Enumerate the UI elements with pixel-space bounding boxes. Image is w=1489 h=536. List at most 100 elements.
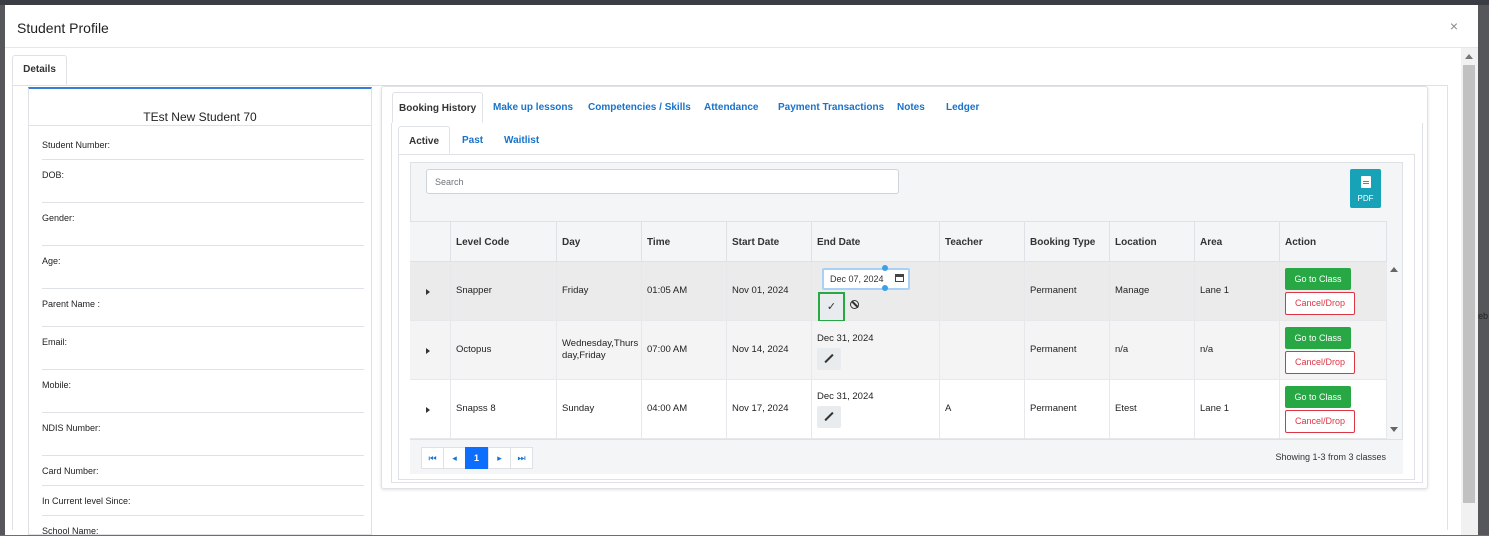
cell-level-code: Snapss 8 xyxy=(451,380,557,438)
cell-booking-type: Permanent xyxy=(1025,321,1110,379)
tab-past[interactable]: Past xyxy=(452,126,493,154)
cell-area: Lane 1 xyxy=(1195,380,1280,438)
field-student-number: Student Number: xyxy=(42,140,111,150)
field-divider xyxy=(42,369,364,370)
cell-area: n/a xyxy=(1195,321,1280,379)
table-scrollbar[interactable] xyxy=(1387,262,1403,439)
cell-day: Wednesday,Thursday,Friday xyxy=(557,321,642,379)
field-email: Email: xyxy=(42,337,68,347)
field-mobile: Mobile: xyxy=(42,380,72,390)
check-icon: ✓ xyxy=(826,301,837,313)
pagination: ⏮ ◂ 1 ▸ ⏭ Showing 1-3 from 3 classes xyxy=(410,439,1403,474)
cell-level-code: Octopus xyxy=(451,321,557,379)
th-expander xyxy=(410,222,451,262)
scroll-up-icon[interactable] xyxy=(1465,54,1473,59)
go-to-class-button[interactable]: Go to Class xyxy=(1285,327,1351,349)
end-date-text: Dec 31, 2024 xyxy=(817,333,874,344)
last-page-button[interactable]: ⏭ xyxy=(510,447,533,469)
field-divider xyxy=(42,515,364,516)
field-divider xyxy=(42,455,364,456)
pencil-icon[interactable] xyxy=(817,348,841,370)
next-page-button[interactable]: ▸ xyxy=(488,447,511,469)
first-page-button[interactable]: ⏮ xyxy=(421,447,444,469)
expander-cell xyxy=(410,262,451,320)
th-location[interactable]: Location xyxy=(1110,222,1195,262)
resize-handle xyxy=(882,265,888,271)
cell-booking-type: Permanent xyxy=(1025,262,1110,320)
caret-right-icon[interactable] xyxy=(426,289,430,295)
page-1-button[interactable]: 1 xyxy=(465,447,488,469)
cell-teacher xyxy=(940,321,1025,379)
expander-cell xyxy=(410,380,451,438)
cell-time: 04:00 AM xyxy=(642,380,727,438)
cancel-drop-button[interactable]: Cancel/Drop xyxy=(1285,410,1355,433)
tab-ledger[interactable]: Ledger xyxy=(940,92,985,123)
tab-booking-history[interactable]: Booking History xyxy=(392,92,484,123)
cancel-drop-button[interactable]: Cancel/Drop xyxy=(1285,292,1355,315)
calendar-icon[interactable] xyxy=(895,274,904,282)
go-to-class-button[interactable]: Go to Class xyxy=(1285,268,1351,290)
go-to-class-button[interactable]: Go to Class xyxy=(1285,386,1351,408)
th-end-date[interactable]: End Date xyxy=(812,222,940,262)
cell-teacher: A xyxy=(940,380,1025,438)
field-age: Age: xyxy=(42,256,61,266)
cell-day: Sunday xyxy=(557,380,642,438)
field-ndis-number: NDIS Number: xyxy=(42,423,101,433)
field-dob: DOB: xyxy=(42,170,65,180)
tab-attendance[interactable]: Attendance xyxy=(698,92,764,123)
expander-cell xyxy=(410,321,451,379)
cell-location: n/a xyxy=(1110,321,1195,379)
field-gender: Gender: xyxy=(42,213,75,223)
th-area[interactable]: Area xyxy=(1195,222,1280,262)
tab-make-up-lessons[interactable]: Make up lessons xyxy=(487,92,579,123)
table-header: Level Code Day Time Start Date End Date … xyxy=(410,221,1387,262)
tab-details[interactable]: Details xyxy=(12,55,67,85)
modal-title: Student Profile xyxy=(17,20,109,36)
th-time[interactable]: Time xyxy=(642,222,727,262)
modal-scrollbar[interactable] xyxy=(1461,48,1478,535)
field-divider xyxy=(42,202,364,203)
cell-time: 01:05 AM xyxy=(642,262,727,320)
cell-start-date: Nov 14, 2024 xyxy=(727,321,812,379)
backdrop-right: eb xyxy=(1478,5,1489,535)
scroll-up-icon[interactable] xyxy=(1390,267,1398,272)
tab-notes[interactable]: Notes xyxy=(891,92,931,123)
th-level-code[interactable]: Level Code xyxy=(451,222,557,262)
end-date-input[interactable]: Dec 07, 2024 xyxy=(822,265,910,291)
th-booking-type[interactable]: Booking Type xyxy=(1025,222,1110,262)
caret-right-icon[interactable] xyxy=(426,407,430,413)
cancel-icon[interactable] xyxy=(850,300,859,309)
field-card-number: Card Number: xyxy=(42,466,99,476)
th-action: Action xyxy=(1280,222,1387,262)
cell-location: Etest xyxy=(1110,380,1195,438)
tab-waitlist[interactable]: Waitlist xyxy=(494,126,549,154)
cell-booking-type: Permanent xyxy=(1025,380,1110,438)
field-divider xyxy=(42,326,364,327)
pdf-export-button[interactable]: PDF xyxy=(1350,169,1381,208)
tab-payment-transactions[interactable]: Payment Transactions xyxy=(772,92,890,123)
pencil-icon[interactable] xyxy=(817,406,841,428)
prev-page-button[interactable]: ◂ xyxy=(443,447,466,469)
close-icon[interactable]: × xyxy=(1450,18,1458,34)
th-start-date[interactable]: Start Date xyxy=(727,222,812,262)
cell-time: 07:00 AM xyxy=(642,321,727,379)
search-input[interactable] xyxy=(426,169,899,194)
cell-level-code: Snapper xyxy=(451,262,557,320)
field-divider xyxy=(42,245,364,246)
pagination-info: Showing 1-3 from 3 classes xyxy=(1275,452,1386,462)
field-divider xyxy=(42,159,364,160)
modal-header: Student Profile × xyxy=(5,5,1478,48)
caret-right-icon[interactable] xyxy=(426,348,430,354)
cell-teacher xyxy=(940,262,1025,320)
th-teacher[interactable]: Teacher xyxy=(940,222,1025,262)
backdrop-text: eb xyxy=(1478,311,1489,321)
confirm-date-button[interactable]: ✓ xyxy=(818,292,845,322)
th-day[interactable]: Day xyxy=(557,222,642,262)
tab-competencies-skills[interactable]: Competencies / Skills xyxy=(582,92,697,123)
field-current-level-since: In Current level Since: xyxy=(42,496,131,506)
scrollbar-thumb[interactable] xyxy=(1463,65,1475,503)
cancel-drop-button[interactable]: Cancel/Drop xyxy=(1285,351,1355,374)
tab-active[interactable]: Active xyxy=(398,126,451,154)
scroll-down-icon[interactable] xyxy=(1390,427,1398,432)
pdf-label: PDF xyxy=(1357,194,1374,203)
